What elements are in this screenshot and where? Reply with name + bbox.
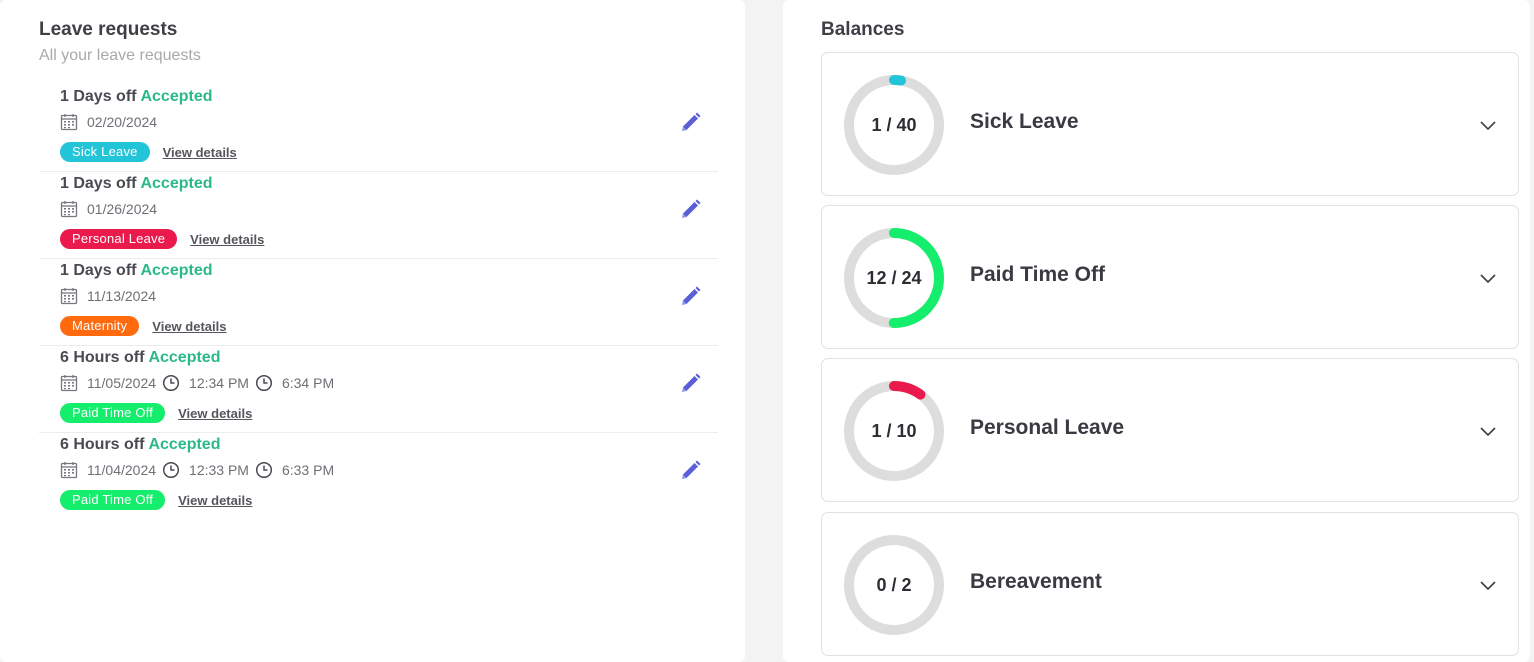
chevron-down-icon[interactable]: [1478, 575, 1498, 595]
request-end-time: 6:34 PM: [281, 375, 335, 391]
calendar-icon: [60, 287, 78, 305]
request-duration: 6 Hours off: [60, 436, 145, 453]
request-status: Accepted: [148, 436, 221, 453]
balance-name: Paid Time Off: [970, 263, 1105, 286]
balance-card[interactable]: 1 / 40 Sick Leave: [821, 52, 1519, 196]
request-heading: 6 Hours off Accepted: [60, 436, 220, 454]
request-date: 01/26/2024: [87, 201, 158, 217]
clock-icon: [255, 374, 273, 392]
leave-type-badge: Personal Leave: [60, 229, 178, 249]
leave-request-item: 6 Hours off Accepted 11/04/2024 12:33 PM 6:3…: [39, 433, 718, 520]
request-meta: 11/13/2024: [60, 287, 156, 305]
request-date: 11/04/2024: [87, 462, 157, 478]
request-meta: 02/20/2024: [60, 113, 157, 131]
request-duration: 1 Days off: [60, 262, 137, 279]
clock-icon: [255, 461, 273, 479]
pencil-icon[interactable]: [679, 112, 701, 134]
request-status: Accepted: [140, 262, 213, 279]
request-tags: Paid Time Off View details: [60, 403, 252, 423]
request-heading: 1 Days off Accepted: [60, 262, 213, 280]
view-details-link[interactable]: View details: [178, 493, 252, 508]
leave-request-item: 1 Days off Accepted 11/13/2024 Maternity Vie…: [39, 259, 718, 346]
calendar-icon: [60, 200, 78, 218]
balance-card[interactable]: 1 / 10 Personal Leave: [821, 358, 1519, 502]
request-date: 11/13/2024: [87, 288, 157, 304]
request-heading: 1 Days off Accepted: [60, 88, 213, 106]
request-status: Accepted: [148, 349, 221, 366]
balance-list: 1 / 40 Sick Leave 12 / 24 Paid Time Off 1 / …: [821, 52, 1519, 662]
request-duration: 1 Days off: [60, 88, 137, 105]
leave-requests-panel: Leave requests All your leave requests 1…: [0, 0, 745, 662]
request-meta: 11/04/2024 12:33 PM 6:33 PM: [60, 461, 334, 479]
leave-requests-subtitle: All your leave requests: [39, 47, 201, 64]
request-status: Accepted: [140, 88, 213, 105]
view-details-link[interactable]: View details: [152, 319, 226, 334]
balance-count: 1 / 40: [871, 114, 917, 135]
request-date: 11/05/2024: [87, 375, 157, 391]
chevron-down-icon[interactable]: [1478, 421, 1498, 441]
pencil-icon[interactable]: [679, 460, 701, 482]
request-meta: 01/26/2024: [60, 200, 157, 218]
balance-name: Bereavement: [970, 570, 1102, 593]
balance-name: Personal Leave: [970, 416, 1125, 439]
balance-card[interactable]: 12 / 24 Paid Time Off: [821, 205, 1519, 349]
leave-requests-title: Leave requests: [39, 19, 178, 40]
calendar-icon: [60, 113, 78, 131]
request-start-time: 12:34 PM: [189, 375, 249, 391]
view-details-link[interactable]: View details: [163, 145, 237, 160]
request-status: Accepted: [140, 175, 213, 192]
leave-type-badge: Sick Leave: [60, 142, 150, 162]
chevron-down-icon[interactable]: [1478, 115, 1498, 135]
clock-icon: [162, 374, 180, 392]
clock-icon: [162, 461, 180, 479]
request-tags: Sick Leave View details: [60, 142, 237, 162]
leave-type-badge: Paid Time Off: [60, 403, 166, 423]
leave-request-list: 1 Days off Accepted 02/20/2024 Sick Leave Vi…: [39, 85, 718, 520]
balance-count: 1 / 10: [871, 420, 917, 441]
chevron-down-icon[interactable]: [1478, 268, 1498, 288]
view-details-link[interactable]: View details: [190, 232, 264, 247]
request-tags: Paid Time Off View details: [60, 490, 252, 510]
request-end-time: 6:33 PM: [281, 462, 335, 478]
leave-request-item: 1 Days off Accepted 02/20/2024 Sick Leave Vi…: [39, 85, 718, 172]
pencil-icon[interactable]: [679, 373, 701, 395]
request-tags: Personal Leave View details: [60, 229, 264, 249]
request-heading: 6 Hours off Accepted: [60, 349, 220, 367]
request-duration: 1 Days off: [60, 175, 137, 192]
pencil-icon[interactable]: [679, 286, 701, 308]
balance-count: 12 / 24: [866, 267, 922, 288]
request-duration: 6 Hours off: [60, 349, 145, 366]
calendar-icon: [60, 461, 78, 479]
balances-panel: Balances 1 / 40 Sick Leave 12 / 24 Paid Tim…: [783, 0, 1530, 662]
calendar-icon: [60, 374, 78, 392]
leave-request-item: 6 Hours off Accepted 11/05/2024 12:34 PM 6:3…: [39, 346, 718, 433]
view-details-link[interactable]: View details: [178, 406, 252, 421]
balance-count: 0 / 2: [876, 574, 912, 595]
balance-card[interactable]: 0 / 2 Bereavement: [821, 512, 1519, 656]
request-meta: 11/05/2024 12:34 PM 6:34 PM: [60, 374, 334, 392]
request-date: 02/20/2024: [87, 114, 158, 130]
request-start-time: 12:33 PM: [189, 462, 249, 478]
leave-type-badge: Maternity: [60, 316, 140, 336]
pencil-icon[interactable]: [679, 199, 701, 221]
leave-type-badge: Paid Time Off: [60, 490, 166, 510]
request-heading: 1 Days off Accepted: [60, 175, 213, 193]
request-tags: Maternity View details: [60, 316, 226, 336]
leave-request-item: 1 Days off Accepted 01/26/2024 Personal Lea…: [39, 172, 718, 259]
balances-title: Balances: [821, 19, 905, 40]
balance-name: Sick Leave: [970, 110, 1079, 133]
